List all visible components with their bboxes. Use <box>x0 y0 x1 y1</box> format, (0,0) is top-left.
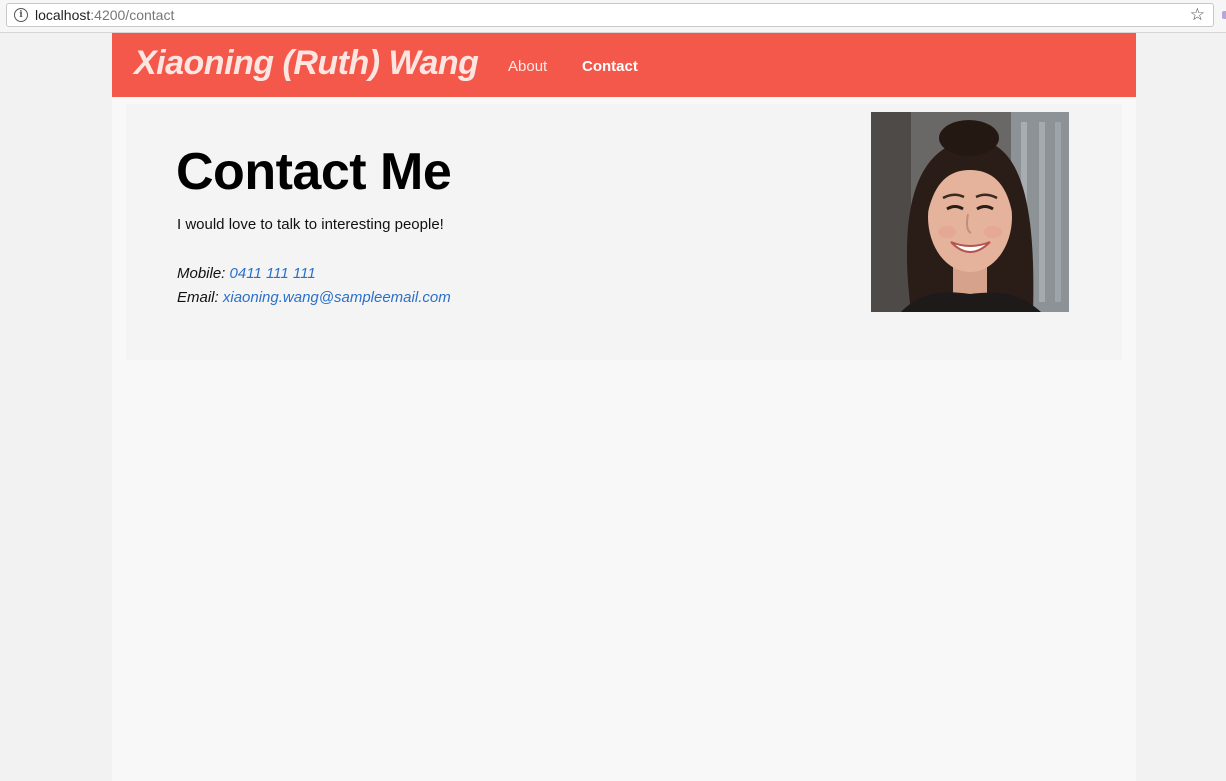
page-title: Contact Me <box>176 143 452 201</box>
browser-address-bar: i localhost:4200/contact ☆ <box>0 0 1226 33</box>
contact-panel: Contact Me I would love to talk to inter… <box>126 104 1122 360</box>
mobile-line: Mobile: 0411 111 111 <box>177 265 316 282</box>
url-text[interactable]: localhost:4200/contact <box>35 7 174 23</box>
url-field[interactable]: i localhost:4200/contact ☆ <box>6 3 1214 27</box>
url-host: localhost <box>35 7 91 23</box>
page-container: Xiaoning (Ruth) Wang About Contact Conta… <box>112 33 1136 781</box>
navbar: Xiaoning (Ruth) Wang About Contact <box>112 33 1136 97</box>
brand-link[interactable]: Xiaoning (Ruth) Wang <box>134 44 479 83</box>
mobile-link[interactable]: 0411 111 111 <box>230 265 316 282</box>
email-link[interactable]: xiaoning.wang@sampleemail.com <box>223 289 451 306</box>
profile-photo <box>871 112 1069 312</box>
star-icon[interactable]: ☆ <box>1190 5 1205 25</box>
mobile-label: Mobile: <box>177 265 226 282</box>
contact-intro: I would love to talk to interesting peop… <box>177 216 444 233</box>
url-path: :4200/contact <box>90 7 175 23</box>
email-line: Email: xiaoning.wang@sampleemail.com <box>177 289 451 306</box>
nav-link-about[interactable]: About <box>508 58 547 75</box>
email-label: Email: <box>177 289 219 306</box>
extension-icon[interactable] <box>1222 11 1226 19</box>
nav-link-contact[interactable]: Contact <box>582 58 638 75</box>
info-icon[interactable]: i <box>14 8 28 22</box>
